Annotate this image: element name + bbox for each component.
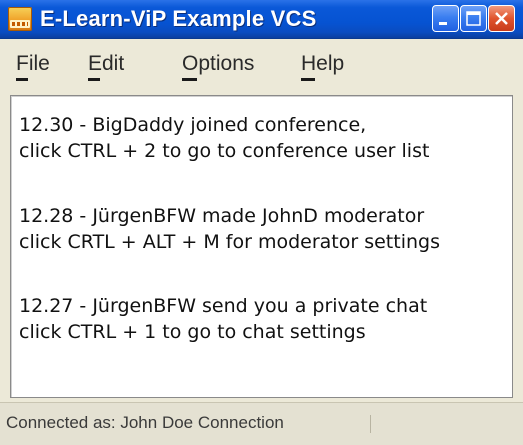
message-line: 12.28 - JürgenBFW made JohnD moderator xyxy=(19,205,425,227)
message-line: click CRTL + ALT + M for moderator setti… xyxy=(19,231,440,253)
mnemonic-indicator-edit xyxy=(88,78,100,81)
close-icon xyxy=(495,12,508,25)
title-bar[interactable]: E-Learn-ViP Example VCS xyxy=(0,0,523,39)
status-bar: Connected as: John Doe Connection xyxy=(0,402,523,445)
message-log[interactable]: 12.30 - BigDaddy joined conference, clic… xyxy=(10,95,513,398)
icon-dots xyxy=(12,22,28,26)
mnemonic-indicator-help xyxy=(301,78,315,81)
message-line: click CTRL + 2 to go to conference user … xyxy=(19,140,430,162)
minimize-button[interactable] xyxy=(432,5,459,32)
window-title: E-Learn-ViP Example VCS xyxy=(40,6,317,31)
maximize-icon xyxy=(466,11,481,26)
menu-file[interactable]: File xyxy=(16,51,50,77)
menu-options[interactable]: Options xyxy=(182,51,254,77)
app-window: E-Learn-ViP Example VCS File Edit Option… xyxy=(0,0,523,445)
message-line: 12.27 - JürgenBFW send you a private cha… xyxy=(19,295,428,317)
message-item: 12.27 - JürgenBFW send you a private cha… xyxy=(19,293,427,345)
maximize-button[interactable] xyxy=(460,5,487,32)
vcs-app-icon[interactable] xyxy=(8,7,32,31)
minimize-icon xyxy=(439,22,447,25)
status-divider xyxy=(370,415,371,433)
message-line: 12.30 - BigDaddy joined conference, xyxy=(19,114,367,136)
connection-status: Connected as: John Doe Connection xyxy=(6,413,284,432)
menu-edit[interactable]: Edit xyxy=(88,51,124,77)
mnemonic-indicator-options xyxy=(182,78,197,81)
mnemonic-indicator-file xyxy=(16,78,28,81)
menu-bar: File Edit Options Help xyxy=(0,39,523,92)
menu-help[interactable]: Help xyxy=(301,51,344,77)
message-item: 12.30 - BigDaddy joined conference, clic… xyxy=(19,112,429,164)
close-button[interactable] xyxy=(488,5,515,32)
message-item: 12.28 - JürgenBFW made JohnD moderator c… xyxy=(19,203,440,255)
message-line: click CTRL + 1 to go to chat settings xyxy=(19,321,366,343)
